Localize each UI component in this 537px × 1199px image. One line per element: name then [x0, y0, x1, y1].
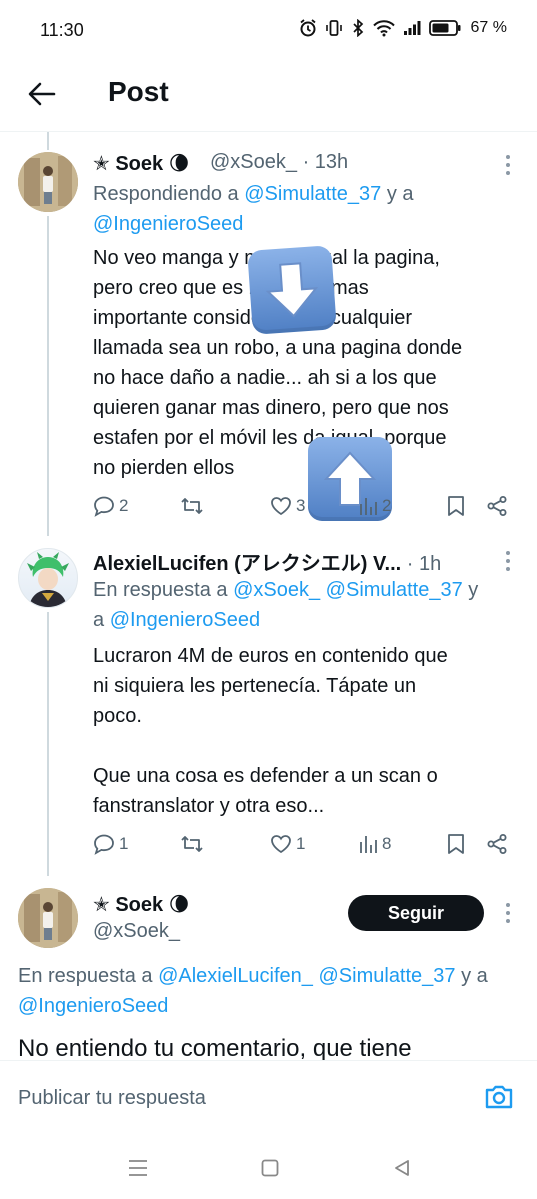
header: Post	[0, 62, 537, 132]
tweet-time: · 1h	[406, 553, 442, 575]
reply-count: 1	[119, 834, 129, 853]
status-time: 11:30	[40, 20, 84, 40]
like-icon	[271, 497, 291, 516]
thread-line-top	[47, 132, 49, 150]
vibrate-icon	[325, 20, 342, 36]
follow-button[interactable]: Seguir	[348, 895, 484, 931]
retweet-icon	[181, 498, 203, 514]
views-count: 8	[382, 834, 392, 853]
reply-icon	[94, 496, 114, 517]
bookmark-button[interactable]	[446, 495, 466, 517]
avatar[interactable]	[18, 888, 78, 948]
back-button[interactable]	[22, 74, 62, 114]
mention-link[interactable]: @IngenieroSeed	[93, 213, 243, 235]
reply-join: y	[462, 579, 479, 601]
back-triangle-icon	[395, 1160, 409, 1176]
down-arrow-emoji	[247, 245, 337, 335]
reply-context: En respuesta a @xSoek_ @Simulatte_37 y a…	[93, 575, 523, 635]
tweet-time: · 13h	[302, 151, 349, 173]
reply-context: En respuesta a @AlexielLucifen_ @Simulat…	[18, 961, 528, 1021]
menu-icon	[129, 1160, 147, 1176]
views-icon	[360, 498, 377, 515]
like-count: 1	[296, 834, 306, 853]
retweet-button[interactable]	[180, 495, 208, 517]
handle-text[interactable]: @xSoek_	[210, 151, 297, 173]
tweet-author[interactable]: AlexielLucifen (アレクシエル) V... · 1h	[93, 547, 441, 576]
tweet-body: No entiendo tu comentario, que tiene	[18, 1035, 412, 1060]
back-arrow-icon	[28, 82, 56, 106]
home-square-icon	[261, 1159, 279, 1177]
retweet-icon	[181, 836, 203, 852]
tweet-author[interactable]: ✭ Soek 🌘	[93, 151, 190, 176]
reply-icon	[94, 834, 114, 855]
wifi-icon	[372, 20, 395, 37]
views-button[interactable]: 8	[358, 833, 391, 855]
back-nav-button[interactable]	[388, 1154, 416, 1182]
views-icon	[360, 836, 377, 853]
mention-link[interactable]: @AlexielLucifen_	[158, 965, 313, 987]
battery-percent: 67 %	[470, 19, 507, 36]
bluetooth-icon	[352, 19, 363, 37]
views-button[interactable]: 2	[358, 495, 391, 517]
mention-link[interactable]: @xSoek_	[233, 579, 320, 601]
author-name[interactable]: AlexielLucifen (アレクシエル) V...	[93, 553, 401, 575]
more-options-button[interactable]	[498, 549, 518, 573]
like-button[interactable]: 3	[270, 495, 305, 517]
page-title: Post	[108, 76, 169, 107]
reply-context: Respondiendo a @Simulatte_37 y a @Ingeni…	[93, 179, 513, 239]
avatar[interactable]	[18, 152, 78, 212]
recent-apps-button[interactable]	[124, 1154, 152, 1182]
share-button[interactable]	[486, 495, 508, 517]
signal-icon	[403, 21, 421, 35]
reply-input[interactable]: Publicar tu respuesta	[18, 1087, 206, 1110]
reply-join: y a	[455, 965, 488, 987]
thread-line-1	[47, 216, 49, 536]
mention-link[interactable]: @Simulatte_37	[244, 183, 381, 205]
more-options-button[interactable]	[498, 901, 518, 925]
views-count: 2	[382, 496, 392, 515]
system-nav-bar	[0, 1136, 537, 1199]
battery-icon	[428, 20, 461, 36]
avatar[interactable]	[18, 548, 78, 608]
reply-prefix: En respuesta a	[18, 965, 159, 987]
camera-button[interactable]	[483, 1081, 515, 1113]
mention-link[interactable]: @Simulatte_37	[319, 965, 456, 987]
reply-join: y a	[381, 183, 414, 205]
camera-icon	[485, 1085, 513, 1109]
mention-link[interactable]: @IngenieroSeed	[110, 609, 260, 631]
bookmark-button[interactable]	[446, 833, 466, 855]
handle-text[interactable]: @xSoek_	[93, 920, 180, 943]
like-count: 3	[296, 496, 306, 515]
reply-prefix: En respuesta a	[93, 579, 234, 601]
like-button[interactable]: 1	[270, 833, 305, 855]
more-options-button[interactable]	[498, 153, 518, 177]
mention-link[interactable]: @Simulatte_37	[326, 579, 463, 601]
share-icon	[487, 496, 507, 516]
reply-button[interactable]: 1	[93, 833, 128, 855]
reply-button[interactable]: 2	[93, 495, 128, 517]
tweet-body: Lucraron 4M de euros en contenido que ni…	[93, 645, 448, 817]
bookmark-icon	[448, 834, 464, 854]
home-button[interactable]	[256, 1154, 284, 1182]
tweet-author[interactable]: ✭ Soek 🌘	[93, 892, 190, 917]
reply-join-2: a	[93, 609, 110, 631]
thread-line-2	[47, 612, 49, 876]
share-button[interactable]	[486, 833, 508, 855]
like-icon	[271, 835, 291, 854]
bookmark-icon	[448, 496, 464, 516]
reply-prefix: Respondiendo a	[93, 183, 245, 205]
alarm-icon	[299, 19, 316, 37]
mention-link[interactable]: @IngenieroSeed	[18, 995, 168, 1017]
share-icon	[487, 834, 507, 854]
status-icons: 67 %	[299, 19, 507, 37]
reply-count: 2	[119, 496, 129, 515]
retweet-button[interactable]	[180, 833, 208, 855]
reply-composer[interactable]: Publicar tu respuesta	[0, 1060, 537, 1136]
tweet-handle: @xSoek_ · 13h	[210, 151, 348, 174]
status-bar: 11:30 67 %	[0, 0, 537, 62]
